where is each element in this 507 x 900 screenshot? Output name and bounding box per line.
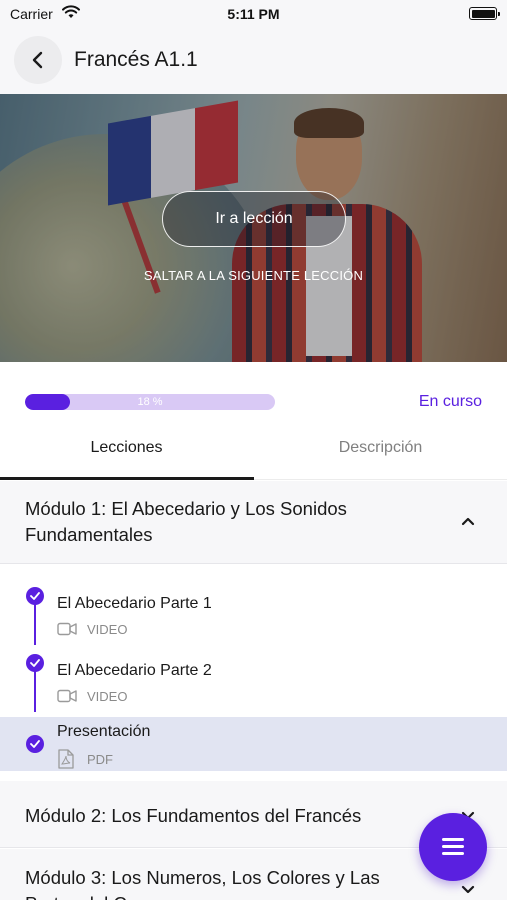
module-header[interactable]: Módulo 1: El Abecedario y Los Sonidos Fu… — [0, 481, 507, 564]
tab-description[interactable]: Descripción — [254, 428, 507, 480]
progress-label: 18 % — [137, 396, 163, 408]
chevron-left-icon — [32, 51, 43, 69]
lesson-title: Presentación — [57, 723, 151, 740]
lesson-title: El Abecedario Parte 1 — [57, 595, 212, 612]
menu-icon — [442, 838, 464, 841]
tab-lessons[interactable]: Lecciones — [0, 428, 254, 480]
lesson-item[interactable]: El Abecedario Parte 1 VIDEO — [0, 582, 507, 642]
battery-icon — [469, 7, 500, 20]
status-bar: Carrier 5:11 PM — [0, 0, 507, 28]
completed-check-icon — [26, 587, 44, 605]
course-status: En curso — [418, 393, 482, 410]
page-title: Francés A1.1 — [74, 48, 198, 71]
video-icon — [57, 689, 77, 703]
chevron-down-icon — [461, 885, 475, 894]
module-title: Módulo 3: Los Numeros, Los Colores y Las… — [25, 867, 380, 900]
module-title: Módulo 1: El Abecedario y Los Sonidos Fu… — [25, 498, 347, 545]
lesson-type: VIDEO — [87, 622, 128, 637]
skip-to-next-lesson-link[interactable]: SALTAR A LA SIGUIENTE LECCIÓN — [0, 268, 507, 283]
status-time: 5:11 PM — [227, 6, 280, 22]
chevron-up-icon — [461, 517, 475, 526]
lesson-item[interactable]: El Abecedario Parte 2 VIDEO — [0, 649, 507, 709]
lesson-title: El Abecedario Parte 2 — [57, 662, 212, 679]
completed-check-icon — [26, 735, 44, 753]
module-title: Módulo 2: Los Fundamentos del Francés — [25, 805, 362, 826]
lesson-type: VIDEO — [87, 689, 128, 704]
lesson-type: PDF — [87, 752, 113, 767]
back-button[interactable] — [14, 36, 62, 84]
video-icon — [57, 622, 77, 636]
lesson-item-current[interactable]: Presentación PDF — [0, 717, 507, 771]
lesson-list: El Abecedario Parte 1 VIDEO El Abecedari… — [0, 564, 507, 771]
menu-fab-button[interactable] — [419, 813, 487, 881]
course-hero-image: Ir a lección SALTAR A LA SIGUIENTE LECCI… — [0, 94, 507, 362]
course-tabs: Lecciones Descripción — [0, 428, 507, 480]
course-progress-bar: 18 % — [25, 394, 275, 410]
go-to-lesson-button[interactable]: Ir a lección — [162, 191, 346, 247]
pdf-icon — [58, 749, 74, 769]
completed-check-icon — [26, 654, 44, 672]
app-header: Francés A1.1 — [0, 28, 507, 94]
